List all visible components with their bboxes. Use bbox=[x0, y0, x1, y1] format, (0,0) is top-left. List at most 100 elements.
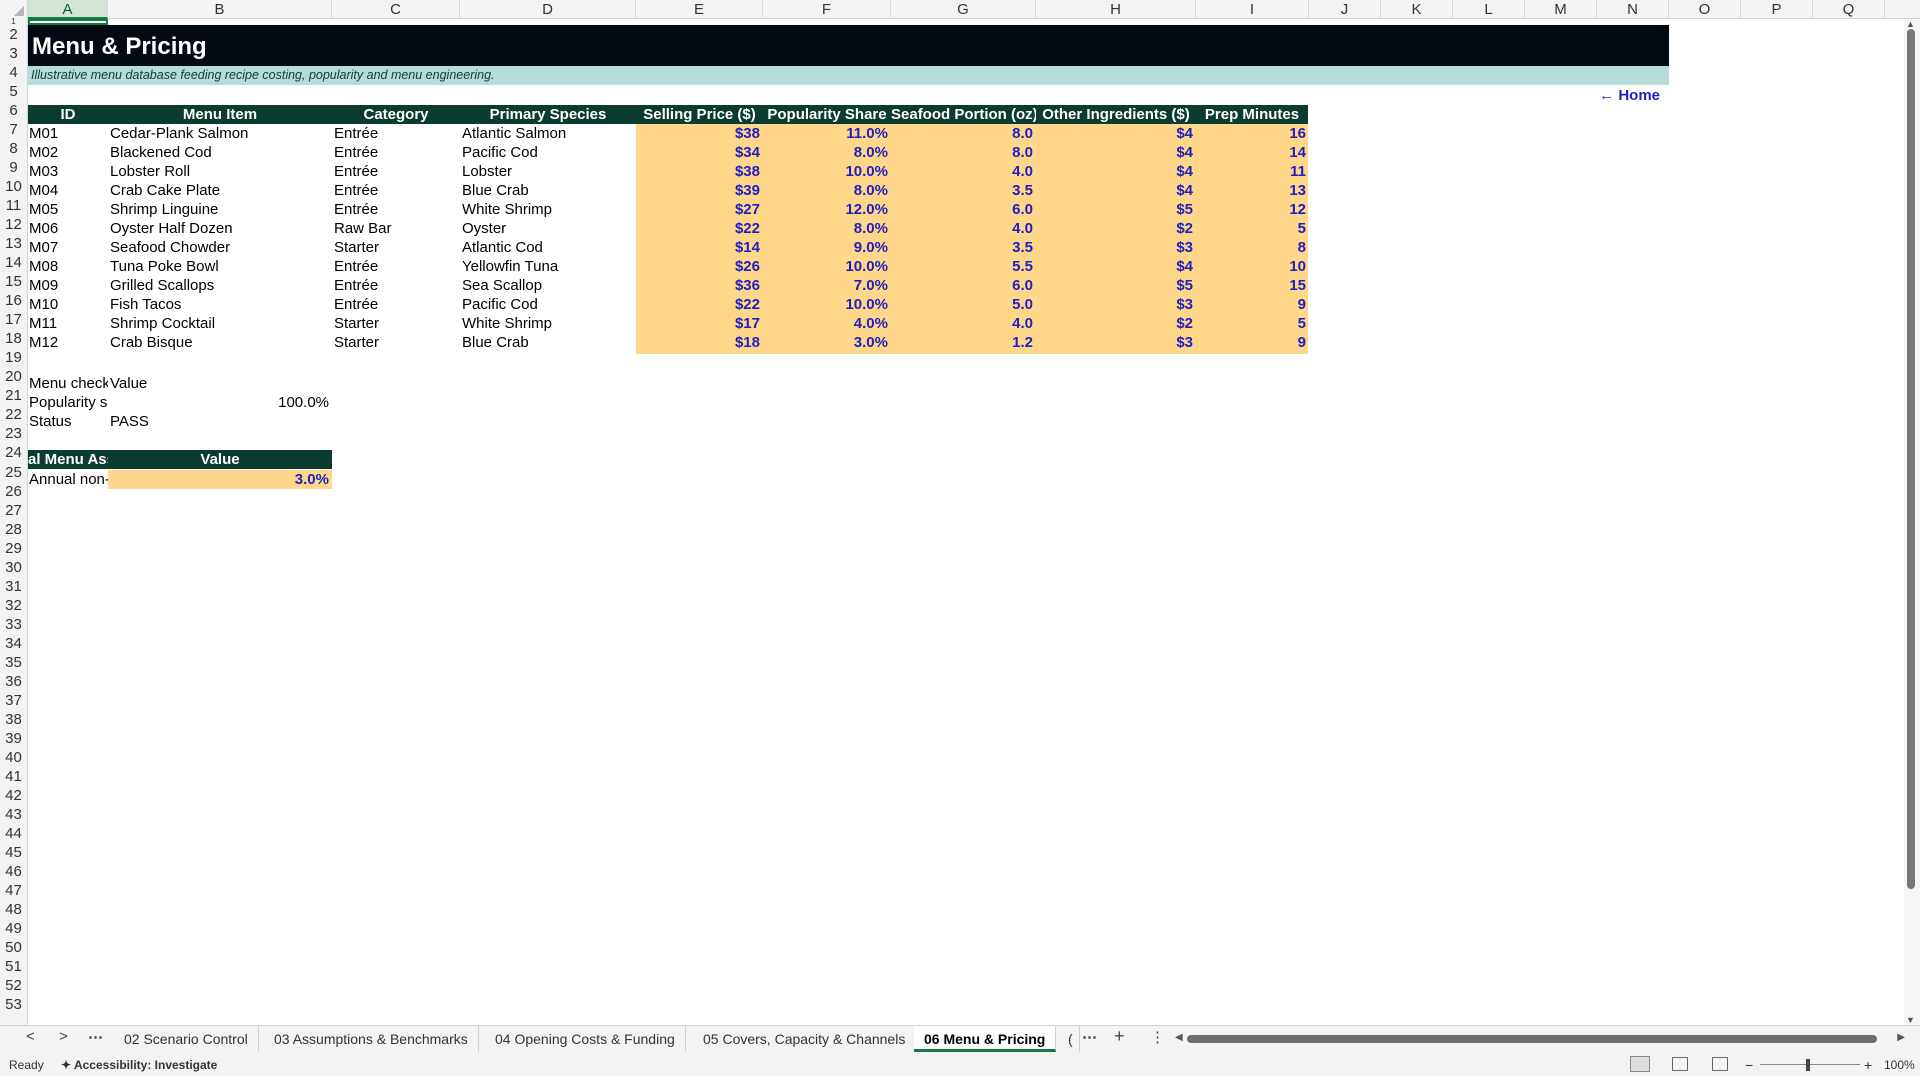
cell-menu-item[interactable]: Oyster Half Dozen bbox=[110, 219, 332, 238]
cell-species[interactable]: Atlantic Cod bbox=[462, 238, 636, 257]
cell-id[interactable]: M08 bbox=[29, 257, 108, 276]
cell-portion[interactable]: 5.5 bbox=[891, 257, 1033, 276]
tab-02-scenario-control[interactable]: 02 Scenario Control bbox=[114, 1026, 259, 1052]
normal-view-icon[interactable] bbox=[1630, 1056, 1650, 1072]
cell-portion[interactable]: 5.0 bbox=[891, 295, 1033, 314]
cell-popularity[interactable]: 10.0% bbox=[763, 295, 888, 314]
cell-id[interactable]: M02 bbox=[29, 143, 108, 162]
tab-partial[interactable]: ( bbox=[1062, 1026, 1080, 1052]
cell-category[interactable]: Raw Bar bbox=[334, 219, 460, 238]
popularity-check-label[interactable]: Popularity s bbox=[29, 393, 108, 412]
cell-other-ingredients[interactable]: $4 bbox=[1036, 124, 1193, 143]
cell-popularity[interactable]: 8.0% bbox=[763, 181, 888, 200]
cell-price[interactable]: $36 bbox=[636, 276, 760, 295]
cell-popularity[interactable]: 10.0% bbox=[763, 162, 888, 181]
cell-price[interactable]: $14 bbox=[636, 238, 760, 257]
cell-id[interactable]: M03 bbox=[29, 162, 108, 181]
cell-menu-item[interactable]: Fish Tacos bbox=[110, 295, 332, 314]
cell-id[interactable]: M11 bbox=[29, 314, 108, 333]
cell-species[interactable]: Blue Crab bbox=[462, 181, 636, 200]
cell-price[interactable]: $17 bbox=[636, 314, 760, 333]
cell-menu-item[interactable]: Seafood Chowder bbox=[110, 238, 332, 257]
cell-category[interactable]: Entrée bbox=[334, 295, 460, 314]
home-link[interactable]: ← Home bbox=[1580, 86, 1660, 105]
cell-other-ingredients[interactable]: $5 bbox=[1036, 200, 1193, 219]
cell-category[interactable]: Entrée bbox=[334, 143, 460, 162]
cell-popularity[interactable]: 7.0% bbox=[763, 276, 888, 295]
cell-species[interactable]: Oyster bbox=[462, 219, 636, 238]
cell-portion[interactable]: 8.0 bbox=[891, 124, 1033, 143]
tab-more-right-button[interactable]: ⋯ bbox=[1082, 1028, 1097, 1046]
cell-species[interactable]: Blue Crab bbox=[462, 333, 636, 352]
cell-category[interactable]: Starter bbox=[334, 333, 460, 352]
menu-check-label[interactable]: Menu check bbox=[29, 374, 108, 393]
cell-other-ingredients[interactable]: $5 bbox=[1036, 276, 1193, 295]
vertical-scrollbar[interactable]: ▲ ▼ bbox=[1904, 19, 1920, 1025]
cell-category[interactable]: Entrée bbox=[334, 276, 460, 295]
cell-id[interactable]: M05 bbox=[29, 200, 108, 219]
cell-prep-minutes[interactable]: 16 bbox=[1196, 124, 1306, 143]
cell-id[interactable]: M09 bbox=[29, 276, 108, 295]
accessibility-status[interactable]: ✦ Accessibility: Investigate bbox=[61, 1054, 217, 1076]
cell-species[interactable]: White Shrimp bbox=[462, 314, 636, 333]
cell-prep-minutes[interactable]: 15 bbox=[1196, 276, 1306, 295]
horizontal-scroll-thumb[interactable] bbox=[1187, 1035, 1877, 1043]
sheet-options-button[interactable]: ⋮ bbox=[1150, 1028, 1165, 1046]
zoom-in-button[interactable]: + bbox=[1864, 1054, 1872, 1076]
cell-category[interactable]: Entrée bbox=[334, 181, 460, 200]
scroll-right-icon[interactable]: ▶ bbox=[1897, 1032, 1905, 1043]
tab-03-assumptions[interactable]: 03 Assumptions & Benchmarks bbox=[264, 1026, 479, 1052]
cell-popularity[interactable]: 8.0% bbox=[763, 143, 888, 162]
cell-prep-minutes[interactable]: 9 bbox=[1196, 295, 1306, 314]
assumption-label[interactable]: Annual non- bbox=[29, 470, 108, 489]
cell-prep-minutes[interactable]: 12 bbox=[1196, 200, 1306, 219]
add-sheet-button[interactable]: + bbox=[1114, 1026, 1125, 1047]
cell-portion[interactable]: 6.0 bbox=[891, 200, 1033, 219]
cell-popularity[interactable]: 3.0% bbox=[763, 333, 888, 352]
cell-other-ingredients[interactable]: $4 bbox=[1036, 181, 1193, 200]
cell-other-ingredients[interactable]: $4 bbox=[1036, 257, 1193, 276]
page-break-view-icon[interactable] bbox=[1712, 1057, 1728, 1071]
cell-id[interactable]: M04 bbox=[29, 181, 108, 200]
cell-menu-item[interactable]: Blackened Cod bbox=[110, 143, 332, 162]
cell-species[interactable]: Lobster bbox=[462, 162, 636, 181]
cell-prep-minutes[interactable]: 14 bbox=[1196, 143, 1306, 162]
cell-id[interactable]: M07 bbox=[29, 238, 108, 257]
cell-other-ingredients[interactable]: $2 bbox=[1036, 219, 1193, 238]
assumption-value[interactable]: 3.0% bbox=[108, 470, 332, 489]
cell-price[interactable]: $38 bbox=[636, 124, 760, 143]
cell-category[interactable]: Starter bbox=[334, 238, 460, 257]
cell-price[interactable]: $26 bbox=[636, 257, 760, 276]
horizontal-scrollbar[interactable]: ◀ ▶ bbox=[1175, 1032, 1905, 1046]
cell-prep-minutes[interactable]: 9 bbox=[1196, 333, 1306, 352]
cell-species[interactable]: Yellowfin Tuna bbox=[462, 257, 636, 276]
cell-portion[interactable]: 1.2 bbox=[891, 333, 1033, 352]
cell-id[interactable]: M12 bbox=[29, 333, 108, 352]
cell-portion[interactable]: 3.5 bbox=[891, 181, 1033, 200]
cell-prep-minutes[interactable]: 5 bbox=[1196, 314, 1306, 333]
cell-prep-minutes[interactable]: 11 bbox=[1196, 162, 1306, 181]
cell-menu-item[interactable]: Grilled Scallops bbox=[110, 276, 332, 295]
tab-04-opening-costs[interactable]: 04 Opening Costs & Funding bbox=[485, 1026, 686, 1052]
cell-category[interactable]: Entrée bbox=[334, 124, 460, 143]
cell-category[interactable]: Entrée bbox=[334, 162, 460, 181]
menu-check-value-header[interactable]: Value bbox=[110, 374, 210, 393]
scroll-down-icon[interactable]: ▼ bbox=[1906, 1015, 1915, 1025]
tab-scroll-prev-button[interactable]: < bbox=[26, 1028, 35, 1045]
cell-portion[interactable]: 8.0 bbox=[891, 143, 1033, 162]
tab-06-menu-pricing[interactable]: 06 Menu & Pricing bbox=[914, 1026, 1057, 1052]
cell-prep-minutes[interactable]: 10 bbox=[1196, 257, 1306, 276]
cell-price[interactable]: $22 bbox=[636, 295, 760, 314]
cell-portion[interactable]: 6.0 bbox=[891, 276, 1033, 295]
cell-popularity[interactable]: 9.0% bbox=[763, 238, 888, 257]
cell-id[interactable]: M06 bbox=[29, 219, 108, 238]
cell-other-ingredients[interactable]: $3 bbox=[1036, 295, 1193, 314]
popularity-check-value[interactable]: 100.0% bbox=[108, 393, 329, 412]
cell-portion[interactable]: 3.5 bbox=[891, 238, 1033, 257]
vertical-scroll-thumb[interactable] bbox=[1907, 29, 1915, 889]
tab-more-left-button[interactable]: ⋯ bbox=[88, 1028, 103, 1046]
tab-05-covers[interactable]: 05 Covers, Capacity & Channels bbox=[693, 1026, 917, 1052]
cell-price[interactable]: $22 bbox=[636, 219, 760, 238]
cell-id[interactable]: M10 bbox=[29, 295, 108, 314]
cell-species[interactable]: Sea Scallop bbox=[462, 276, 636, 295]
